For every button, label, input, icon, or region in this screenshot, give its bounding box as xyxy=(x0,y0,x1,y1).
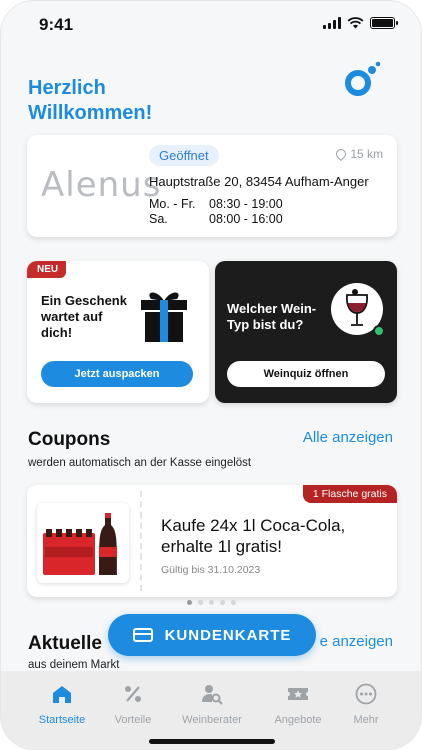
status-time: 9:41 xyxy=(39,15,74,34)
pagination-dot[interactable] xyxy=(230,600,236,605)
pagination-dot[interactable] xyxy=(208,600,214,605)
more-icon xyxy=(355,683,377,705)
gift-icon xyxy=(141,292,187,342)
new-badge: NEU xyxy=(27,261,67,278)
home-indicator[interactable] xyxy=(149,739,275,744)
opening-hours: Mo. - Fr. 08:30 - 19:00 Sa. 08:00 - 16:0… xyxy=(149,197,283,227)
pagination-dot[interactable] xyxy=(197,600,203,605)
gift-text: Ein Geschenk wartet auf dich! xyxy=(41,293,127,340)
coca-cola-crate-image xyxy=(37,503,129,583)
person-search-icon xyxy=(202,685,223,705)
nav-label: Mehr xyxy=(353,714,379,726)
online-dot-icon xyxy=(373,325,385,337)
store-card[interactable]: Alenus Geöffnet 15 km Hauptstraße 20, 83… xyxy=(27,135,397,237)
hours-row: Sa. 08:00 - 16:00 xyxy=(149,212,283,227)
store-distance: 15 km xyxy=(334,146,383,162)
coupon-badge: 1 Flasche gratis xyxy=(302,485,397,503)
welcome-line-1: Herzlich xyxy=(28,77,106,99)
pagination-dot[interactable] xyxy=(219,600,225,605)
coupon-pagination[interactable] xyxy=(1,600,421,605)
open-status-badge: Geöffnet xyxy=(149,145,219,166)
unwrap-gift-button[interactable]: Jetzt auspacken xyxy=(41,361,193,387)
home-icon xyxy=(53,686,71,703)
nav-label: Startseite xyxy=(38,714,86,726)
nav-item-startseite[interactable]: Startseite xyxy=(22,683,102,726)
current-offers-title: Aktuelle xyxy=(28,633,102,654)
distance-value: 15 km xyxy=(350,147,383,161)
coupon-validity: Gültig bis 31.10.2023 xyxy=(161,564,261,576)
wifi-icon xyxy=(347,17,364,29)
gift-card[interactable]: NEU Ein Geschenk wartet auf dich! Jetzt … xyxy=(27,261,209,403)
nav-item-vorteile[interactable]: Vorteile xyxy=(93,683,173,726)
app-screen: 9:41 Herzlich Willkommen! Alenus Geöffne… xyxy=(0,0,422,750)
open-wine-quiz-button[interactable]: Weinquiz öffnen xyxy=(227,361,385,387)
nav-item-weinberater[interactable]: Weinberater xyxy=(172,683,252,726)
welcome-heading: Herzlich Willkommen! xyxy=(28,76,228,126)
customer-card-button[interactable]: KUNDENKARTE xyxy=(108,614,316,656)
coupons-title: Coupons xyxy=(28,429,111,450)
nav-label: Vorteile xyxy=(114,714,152,726)
current-offers-subtitle: aus deinem Markt xyxy=(28,659,120,671)
welcome-line-2: Willkommen! xyxy=(28,102,153,124)
percent-icon xyxy=(125,686,141,702)
wine-quiz-card[interactable]: Welcher Wein-Typ bist du? Weinquiz öffne… xyxy=(215,261,397,403)
hours-days: Mo. - Fr. xyxy=(149,197,196,211)
brand-logo-icon xyxy=(345,61,381,96)
current-offers-show-all-link[interactable]: e anzeigen xyxy=(320,633,393,650)
customer-card-label: KUNDENKARTE xyxy=(164,626,292,644)
status-icons xyxy=(323,17,398,29)
hours-row: Mo. - Fr. 08:30 - 19:00 xyxy=(149,197,283,212)
coupons-show-all-link[interactable]: Alle anzeigen xyxy=(303,429,393,446)
credit-card-icon xyxy=(132,628,153,642)
wine-quiz-text: Welcher Wein-Typ bist du? xyxy=(227,301,317,332)
coupons-subtitle: werden automatisch an der Kasse eingelös… xyxy=(28,457,252,469)
coupon-card[interactable]: 1 Flasche gratis Kaufe 24x 1l Coca-Cola,… xyxy=(27,485,397,597)
nav-label: Weinberater xyxy=(182,714,242,726)
status-bar: 9:41 xyxy=(1,1,421,51)
battery-icon xyxy=(370,17,398,29)
hours-time: 08:00 - 16:00 xyxy=(209,212,283,226)
location-pin-icon xyxy=(334,146,349,162)
store-logo: Alenus xyxy=(41,165,162,205)
ticket-star-icon xyxy=(288,688,308,700)
hours-days: Sa. xyxy=(149,212,168,226)
pagination-dot[interactable] xyxy=(186,600,192,605)
store-address: Hauptstraße 20, 83454 Aufham-Anger xyxy=(149,174,369,189)
coupon-divider xyxy=(140,491,142,591)
hours-time: 08:30 - 19:00 xyxy=(209,197,283,211)
signal-icon xyxy=(323,17,341,29)
nav-item-mehr[interactable]: Mehr xyxy=(326,683,406,726)
coupon-title: Kaufe 24x 1l Coca-Cola, erhalte 1l grati… xyxy=(161,516,346,556)
